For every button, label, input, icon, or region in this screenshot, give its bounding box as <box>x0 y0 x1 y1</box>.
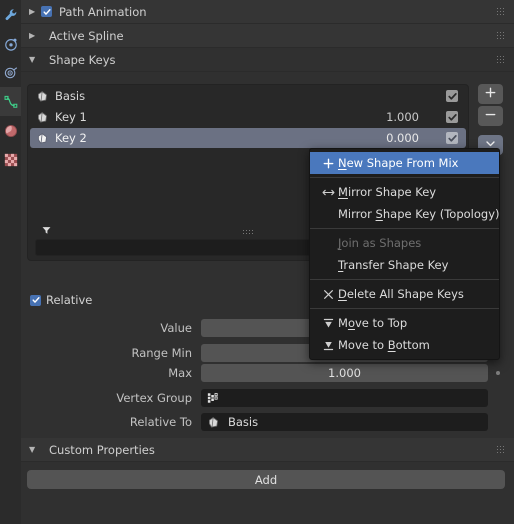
physics-icon <box>4 37 18 51</box>
panel-custom-properties-label: Custom Properties <box>49 442 155 457</box>
menu-separator <box>310 308 499 309</box>
shape-key-name: Basis <box>55 89 86 103</box>
menu-move-to-bottom[interactable]: Move to Bottom <box>310 334 499 356</box>
disclosure-triangle-expanded-icon: ▼ <box>29 444 36 454</box>
table-row[interactable]: Key 1 1.000 <box>30 107 466 127</box>
menu-new-shape-from-mix[interactable]: New Shape From Mix <box>310 152 499 174</box>
menu-separator <box>310 177 499 178</box>
shapekey-icon <box>207 416 220 429</box>
menu-delete-all-shape-keys-label: Delete All Shape Keys <box>338 287 464 301</box>
shape-key-enable-checkbox[interactable] <box>446 111 458 123</box>
object-data-properties-tab[interactable] <box>0 87 21 116</box>
menu-mirror-shape-key-label: Mirror Shape Key <box>338 185 437 199</box>
vertex-group-icon <box>207 392 219 404</box>
disclosure-triangle-collapsed-icon: ▶ <box>29 30 36 40</box>
range-max-field-value: 1.000 <box>328 366 361 380</box>
shape-key-enable-checkbox[interactable] <box>446 132 458 144</box>
panel-drag-grip[interactable] <box>497 446 506 453</box>
minus-icon <box>485 109 496 123</box>
panel-path-animation-label: Path Animation <box>59 4 147 19</box>
range-max-field[interactable]: 1.000 <box>201 364 500 382</box>
constraint-icon <box>4 66 18 80</box>
panel-shape-keys-label: Shape Keys <box>49 52 116 67</box>
material-icon <box>4 124 18 138</box>
arrows-left-right-icon <box>318 187 338 198</box>
filter-funnel-icon[interactable] <box>42 225 51 238</box>
range-max-label: Max <box>168 366 192 380</box>
menu-new-shape-from-mix-label: New Shape From Mix <box>338 156 459 170</box>
relative-checkbox-row[interactable]: Relative <box>30 293 92 307</box>
table-row[interactable]: Basis <box>30 86 466 106</box>
list-resize-grip[interactable] <box>243 230 254 237</box>
panel-active-spline[interactable]: ▶ Active Spline <box>21 24 514 48</box>
wrench-icon <box>4 8 18 22</box>
physics-properties-tab[interactable] <box>0 29 21 58</box>
move-to-bottom-icon <box>318 340 338 351</box>
menu-separator <box>310 279 499 280</box>
shapekey-icon <box>34 90 50 103</box>
path-animation-checkbox[interactable] <box>41 6 52 17</box>
curve-data-icon <box>4 95 18 109</box>
vertex-group-row: Vertex Group <box>27 387 488 409</box>
shape-key-value[interactable]: 0.000 <box>386 131 419 145</box>
menu-move-to-bottom-label: Move to Bottom <box>338 338 430 352</box>
plus-icon <box>318 158 338 169</box>
panel-path-animation[interactable]: ▶ Path Animation <box>21 0 514 24</box>
properties-tab-rail <box>0 0 21 524</box>
relative-to-field[interactable]: Basis <box>201 413 488 431</box>
shapekey-icon <box>34 132 50 145</box>
vertex-group-label: Vertex Group <box>116 391 192 405</box>
panel-drag-grip[interactable] <box>497 8 506 15</box>
modifier-properties-tab[interactable] <box>0 0 21 29</box>
relative-to-label: Relative To <box>129 415 192 429</box>
vertex-group-field[interactable] <box>201 389 488 407</box>
menu-mirror-shape-key-topology-label: Mirror Shape Key (Topology) <box>338 207 500 221</box>
disclosure-triangle-collapsed-icon: ▶ <box>29 6 36 16</box>
relative-to-row: Relative To Basis <box>27 411 488 433</box>
shape-key-name: Key 2 <box>55 131 87 145</box>
panel-drag-grip[interactable] <box>497 56 506 63</box>
relative-label: Relative <box>46 293 93 307</box>
material-properties-tab[interactable] <box>0 116 21 145</box>
menu-join-as-shapes-label: Join as Shapes <box>338 236 422 250</box>
relative-to-field-value: Basis <box>228 415 259 429</box>
shape-key-list-buttons <box>478 84 503 157</box>
move-to-top-icon <box>318 318 338 329</box>
panel-active-spline-label: Active Spline <box>49 28 124 43</box>
menu-move-to-top-label: Move to Top <box>338 316 408 330</box>
remove-shape-key-button[interactable] <box>478 106 503 126</box>
range-min-label: Range Min <box>131 346 192 360</box>
shape-key-specials-menu[interactable]: New Shape From Mix Mirror Shape Key Mirr… <box>309 148 500 360</box>
panel-custom-properties[interactable]: ▼ Custom Properties <box>21 438 514 462</box>
menu-mirror-shape-key-topology[interactable]: Mirror Shape Key (Topology) <box>310 203 499 225</box>
add-custom-property-button[interactable]: Add <box>27 470 505 489</box>
shape-key-enable-checkbox[interactable] <box>446 90 458 102</box>
menu-transfer-shape-key-label: Transfer Shape Key <box>338 258 449 272</box>
add-shape-key-button[interactable] <box>478 84 503 104</box>
panel-shape-keys[interactable]: ▼ Shape Keys <box>21 48 514 72</box>
shapekey-icon <box>34 111 50 124</box>
menu-separator <box>310 228 499 229</box>
range-max-row: Max 1.000 <box>27 362 500 384</box>
plus-icon <box>485 87 496 101</box>
menu-join-as-shapes: Join as Shapes <box>310 232 499 254</box>
relative-checkbox[interactable] <box>30 294 41 306</box>
texture-properties-tab[interactable] <box>0 145 21 174</box>
menu-delete-all-shape-keys[interactable]: Delete All Shape Keys <box>310 283 499 305</box>
table-row[interactable]: Key 2 0.000 <box>30 128 466 148</box>
panel-drag-grip[interactable] <box>497 32 506 39</box>
add-custom-property-label: Add <box>254 472 278 487</box>
menu-transfer-shape-key[interactable]: Transfer Shape Key <box>310 254 499 276</box>
object-constraint-properties-tab[interactable] <box>0 58 21 87</box>
shape-key-value[interactable]: 1.000 <box>386 110 419 124</box>
disclosure-triangle-expanded-icon: ▼ <box>29 54 36 64</box>
texture-checker-icon <box>4 153 18 167</box>
value-label: Value <box>160 321 192 335</box>
shape-key-name: Key 1 <box>55 110 87 124</box>
menu-move-to-top[interactable]: Move to Top <box>310 312 499 334</box>
menu-mirror-shape-key[interactable]: Mirror Shape Key <box>310 181 499 203</box>
animate-decorator-icon[interactable] <box>496 371 500 375</box>
x-icon <box>318 289 338 300</box>
